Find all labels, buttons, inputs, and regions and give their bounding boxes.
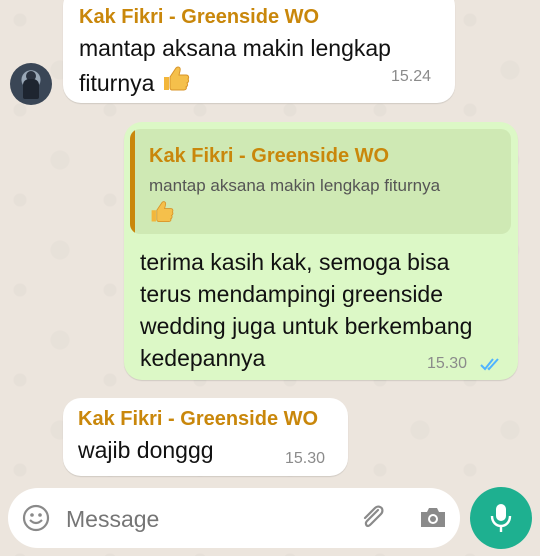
sender-name: Kak Fikri - Greenside WO (79, 6, 320, 28)
message-bubble-incoming[interactable]: Kak Fikri - Greenside WO wajib donggg 15… (63, 398, 348, 476)
message-time: 15.24 (391, 68, 432, 85)
emoji-icon[interactable] (22, 504, 50, 537)
thumbs-up-icon (149, 199, 175, 230)
message-composer (8, 488, 460, 548)
message-time: 15.30 (285, 450, 326, 467)
voice-record-button[interactable] (470, 487, 532, 549)
sender-name: Kak Fikri - Greenside WO (78, 408, 319, 430)
thumbs-up-icon (161, 64, 191, 102)
message-text-line: kedepannya (140, 345, 266, 371)
paperclip-icon[interactable] (358, 502, 388, 537)
message-text-row: fiturnya (79, 64, 191, 102)
quote-sender: Kak Fikri - Greenside WO (149, 145, 390, 167)
message-text-line: terus mendampingi greenside (140, 281, 444, 307)
message-input[interactable] (64, 500, 338, 538)
message-text-line: fiturnya (79, 70, 155, 96)
message-text-line: terima kasih kak, semoga bisa (140, 249, 450, 275)
message-time: 15.30 (427, 355, 468, 372)
microphone-icon (489, 502, 513, 539)
avatar[interactable] (10, 63, 52, 105)
quoted-message[interactable]: Kak Fikri - Greenside WO mantap aksana m… (130, 129, 511, 234)
quote-accent-bar (130, 129, 135, 234)
message-text-line: wedding juga untuk berkembang (140, 313, 473, 339)
message-text-line: mantap aksana makin lengkap (79, 35, 391, 61)
quote-text: mantap aksana makin lengkap fiturnya (149, 176, 441, 195)
avatar-figure (23, 79, 39, 99)
camera-icon[interactable] (418, 503, 448, 536)
message-bubble-incoming[interactable]: Kak Fikri - Greenside WO mantap aksana m… (63, 0, 455, 103)
double-check-icon (480, 356, 504, 377)
message-text: wajib donggg (78, 437, 214, 463)
